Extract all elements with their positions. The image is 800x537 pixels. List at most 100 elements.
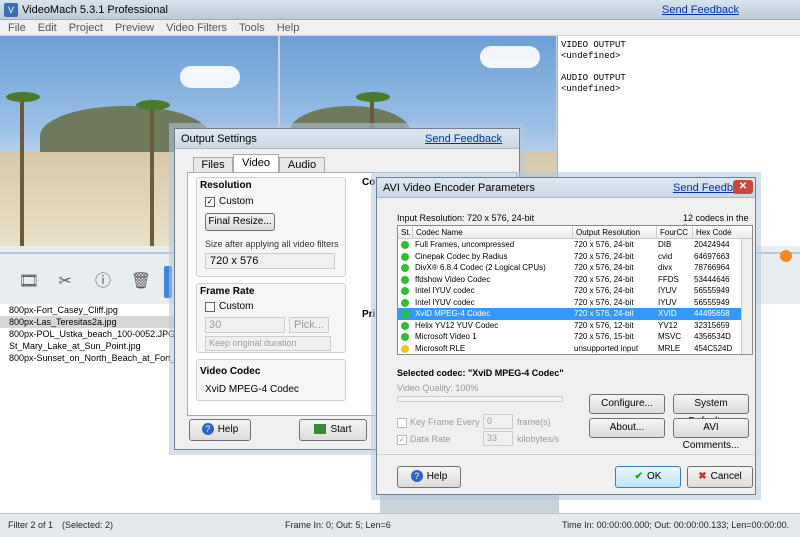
- info-icon[interactable]: ⓘ: [88, 266, 118, 298]
- keyframe-input[interactable]: 0: [483, 414, 513, 429]
- codec-cell-name: Microsoft Video 1: [415, 332, 477, 341]
- menu-help[interactable]: Help: [277, 22, 300, 34]
- codec-row[interactable]: Microsoft RLE unsupported input MRLE 454C52…: [398, 343, 752, 355]
- codec-row[interactable]: DivX® 6.8.4 Codec (2 Logical CPUs) 720 x …: [398, 262, 752, 274]
- app-logo-icon: V: [4, 3, 18, 17]
- cancel-button[interactable]: ✖ Cancel: [687, 466, 753, 488]
- cancel-icon: ✖: [698, 471, 707, 482]
- help-button[interactable]: ? Help: [397, 466, 461, 488]
- codec-scrollbar[interactable]: [741, 239, 752, 354]
- send-feedback-link[interactable]: Send Feedback: [662, 4, 739, 16]
- codec-cell-res: 720 x 576, 24-bit: [574, 297, 634, 307]
- codec-row[interactable]: ffdshow Video Codec 720 x 576, 24-bit FFDS…: [398, 274, 752, 286]
- col-output-resolution[interactable]: Output Resolution: [572, 226, 640, 239]
- codec-cell-fourcc: MSVC: [658, 332, 682, 341]
- col-hex-code[interactable]: Hex Code: [692, 226, 732, 239]
- quality-slider[interactable]: [397, 396, 563, 402]
- codec-cell-res: 720 x 576, 24-bit: [574, 263, 634, 272]
- final-resize-button[interactable]: Final Resize...: [205, 213, 275, 231]
- datarate-input[interactable]: 33: [483, 431, 513, 446]
- codec-row[interactable]: Intel IYUV codec 720 x 576, 24-bit IYUV 565…: [398, 297, 752, 309]
- tab-video[interactable]: Video: [233, 154, 279, 173]
- status-selected: (Selected: 2): [62, 520, 114, 530]
- help-button[interactable]: ? Help: [189, 419, 251, 441]
- codec-row[interactable]: Intel IYUV codec 720 x 576, 24-bit IYUV 565…: [398, 285, 752, 297]
- scroll-marker[interactable]: [164, 266, 172, 298]
- codec-row[interactable]: XviD MPEG-4 Codec 720 x 576, 24-bit XVID 44…: [398, 308, 752, 320]
- codec-cell-res: 720 x 576, 15-bit: [574, 332, 634, 341]
- codec-row[interactable]: Cinepak Codec by Radius 720 x 576, 24-bit…: [398, 251, 752, 263]
- resolution-note: Size after applying all video filters: [205, 239, 339, 249]
- custom-checkbox[interactable]: ✓: [205, 197, 215, 207]
- custom-checkbox[interactable]: [205, 302, 215, 312]
- help-label: Help: [217, 424, 239, 435]
- menu-file[interactable]: File: [8, 22, 26, 34]
- checkmark-icon: ✔: [634, 471, 643, 482]
- menu-project[interactable]: Project: [69, 22, 103, 34]
- codec-row[interactable]: Microsoft Video 1 720 x 576, 15-bit MSVC 43…: [398, 331, 752, 343]
- frame-rate-group: Frame Rate Custom 30 Pick... Keep origin…: [196, 283, 346, 353]
- codec-row[interactable]: Full Frames, uncompressed 720 x 576, 24-b…: [398, 239, 752, 251]
- statusbar: Filter 2 of 1 (Selected: 2) Frame In: 0;…: [0, 513, 800, 537]
- resolution-group: Resolution ✓ Custom Final Resize... Size…: [196, 177, 346, 277]
- codec-cell-hex: 56555949: [694, 286, 730, 295]
- codec-cell-hex: 53444646: [694, 274, 730, 284]
- custom-label: Custom: [219, 301, 254, 312]
- tab-files[interactable]: Files: [193, 157, 233, 173]
- codec-cell-hex: 64697663: [694, 251, 730, 261]
- frame-rate-title: Frame Rate: [200, 286, 255, 297]
- warning-icon[interactable]: [780, 250, 792, 262]
- codec-cell-fourcc: IYUV: [658, 286, 677, 295]
- help-icon: ?: [410, 470, 423, 483]
- trash-icon[interactable]: 🗑: [126, 266, 156, 298]
- codec-cell-name: DivX® 6.8.4 Codec (2 Logical CPUs): [415, 263, 546, 272]
- ok-button[interactable]: ✔ OK: [615, 466, 681, 488]
- status-dot-icon: [401, 252, 409, 261]
- codec-cell-name: ffdshow Video Codec: [415, 274, 491, 284]
- cut-icon[interactable]: ✂: [50, 266, 80, 298]
- start-icon: [314, 424, 327, 435]
- keyframe-checkbox[interactable]: [397, 418, 407, 428]
- codec-cell-hex: 56555949: [694, 297, 730, 307]
- codec-cell-hex: 44495658: [694, 309, 730, 318]
- status-dot-icon: [401, 344, 409, 353]
- menu-tools[interactable]: Tools: [239, 22, 265, 34]
- film-icon[interactable]: 🎞: [14, 266, 44, 298]
- tab-audio[interactable]: Audio: [279, 157, 325, 173]
- close-icon[interactable]: ✕: [733, 180, 753, 194]
- menu-video-filters[interactable]: Video Filters: [166, 22, 227, 34]
- video-codec-title: Video Codec: [200, 366, 261, 377]
- resolution-title: Resolution: [200, 180, 252, 191]
- datarate-checkbox[interactable]: ✓: [397, 435, 407, 445]
- frame-rate-input[interactable]: 30: [205, 317, 285, 333]
- configure-button[interactable]: Configure...: [589, 394, 665, 414]
- menu-edit[interactable]: Edit: [38, 22, 57, 34]
- divider: [377, 454, 755, 455]
- pick-button[interactable]: Pick...: [289, 317, 329, 333]
- col-codec-name[interactable]: Codec Name: [412, 226, 463, 239]
- col-status[interactable]: St.: [398, 226, 411, 239]
- avi-comments-button[interactable]: AVI Comments...: [673, 418, 749, 451]
- codec-cell-name: Intel IYUV codec: [415, 286, 475, 295]
- col-fourcc[interactable]: FourCC: [656, 226, 688, 239]
- app-titlebar: V VideoMach 5.3.1 Professional Send Feed…: [0, 0, 800, 20]
- codec-cell-fourcc: YV12: [658, 320, 678, 330]
- system-defaults-button[interactable]: System Defaults...: [673, 394, 749, 427]
- about-button[interactable]: About...: [589, 418, 665, 438]
- codec-cell-hex: 4356534D: [694, 332, 731, 341]
- status-dot-icon: [401, 321, 409, 330]
- send-feedback-link[interactable]: Send Feedback: [425, 133, 502, 145]
- menu-preview[interactable]: Preview: [115, 22, 154, 34]
- duration-select[interactable]: Keep original duration: [205, 336, 331, 351]
- codec-row[interactable]: Helix YV12 YUV Codec 720 x 576, 12-bit YV1…: [398, 320, 752, 332]
- codec-table-header: St. Codec Name Output Resolution FourCC …: [398, 226, 752, 239]
- codec-cell-name: Cinepak Codec by Radius: [415, 251, 508, 261]
- avi-encoder-dialog: AVI Video Encoder Parameters Send Feedba…: [376, 177, 756, 495]
- resolution-value: 720 x 576: [205, 253, 335, 269]
- codec-cell-name: Helix YV12 YUV Codec: [415, 320, 499, 330]
- dialog-title: AVI Video Encoder Parameters: [383, 182, 535, 194]
- codec-cell-res: 720 x 576, 24-bit: [574, 274, 634, 284]
- start-button[interactable]: Start: [299, 419, 367, 441]
- ok-label: OK: [646, 471, 662, 482]
- status-dot-icon: [401, 264, 409, 272]
